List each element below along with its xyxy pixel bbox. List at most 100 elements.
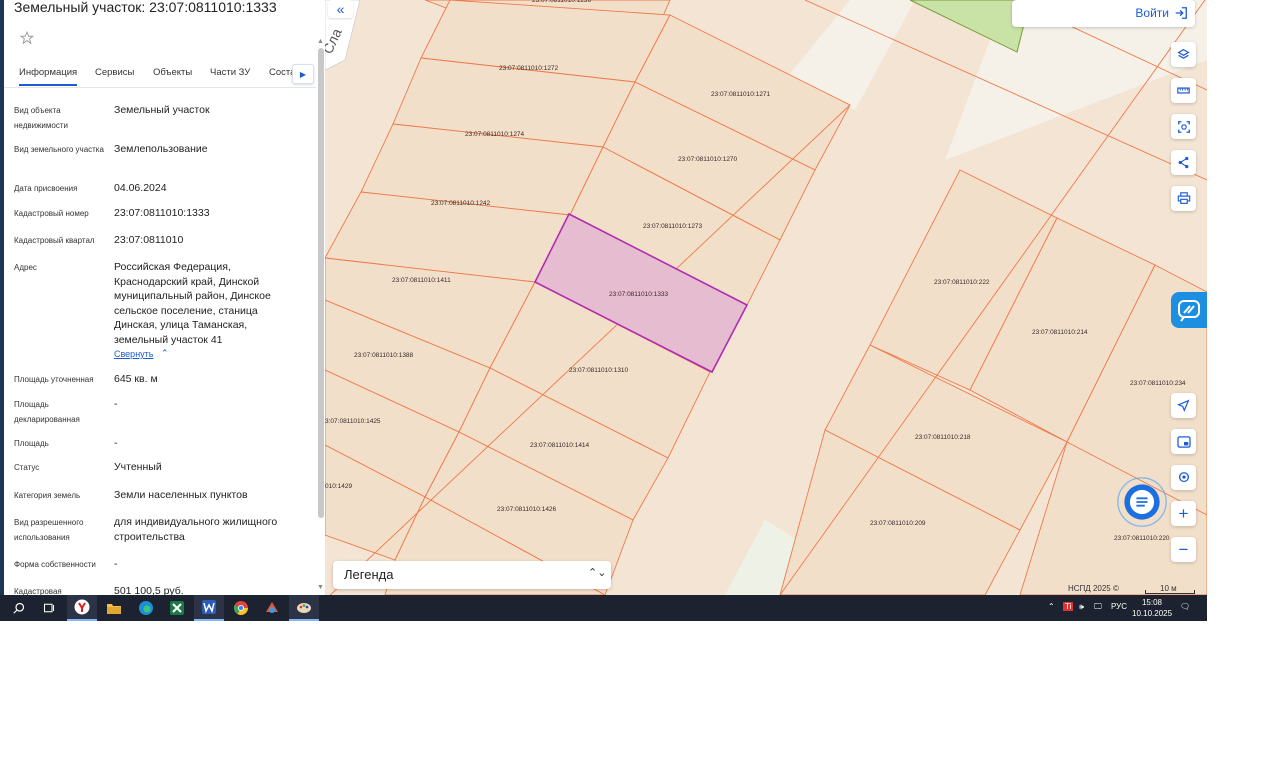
area-select-button[interactable] [1171,114,1196,139]
cadastral-number-value: 23:07:0811010:1333 [114,207,210,219]
field-label: Площадь уточненная [14,375,94,384]
layers-button[interactable] [1171,42,1196,67]
minimap-button[interactable] [1171,429,1196,454]
parcel-label: 23:07:0811010:222 [934,279,990,286]
scale-bar [1145,590,1195,594]
field-label: Форма собственности [14,560,96,569]
parcel-label: 23:07:0811010:1273 [643,223,703,230]
login-button[interactable]: Войти [1012,0,1195,27]
tab-parts[interactable]: Части ЗУ [210,67,250,78]
volume-icon[interactable]: 🕪 [1079,602,1084,612]
share-icon [1178,156,1189,169]
field-value: - [114,437,118,449]
network-icon[interactable]: 🖵 [1094,602,1102,612]
locate-button[interactable] [1171,393,1196,418]
chevron-updown-icon: ⌃⌄ [588,567,607,579]
collapse-link[interactable]: Свернуть [114,349,153,359]
plus-icon: + [1178,504,1189,523]
map-attribution: НСПД 2025 © [1068,584,1119,593]
word-taskbar[interactable] [194,595,224,621]
geolocation-button[interactable] [1171,465,1196,490]
field-value: 501 100,5 руб. [114,585,184,595]
edge-taskbar[interactable] [131,595,161,621]
field-label: Кадастровый номер [14,209,89,218]
collapse-panel-button[interactable]: « [328,0,353,18]
layers-icon [1177,48,1190,59]
field-value: Землепользование [114,143,208,155]
excel-taskbar[interactable] [162,595,192,621]
parcel-label: 23:07:0811010:1270 [678,156,738,163]
address-value: Российская Федерация, Краснодарский край… [114,261,271,346]
cadastral-map[interactable]: Сла 23:07:0811010:1236 23:07:0811010:127… [325,0,1207,595]
clock-time: 15:08 [1141,598,1163,607]
app-icon [266,602,278,613]
field-value: - [114,398,118,410]
yandex-browser-taskbar[interactable] [67,595,97,621]
scrollbar[interactable] [318,48,324,518]
tray-app-icon[interactable]: Ti [1063,602,1074,611]
chevron-up-icon[interactable]: ⌃ [1048,602,1055,611]
status-value: Учтенный [114,461,162,473]
screen: Сла 23:07:0811010:1236 23:07:0811010:127… [0,0,1207,621]
folder-icon [107,603,121,614]
field-value: 23:07:0811010 [114,234,184,246]
tab-services[interactable]: Сервисы [95,67,134,78]
scroll-up-icon[interactable]: ▲ [317,38,324,45]
field-label: Вид разрешенного использования [14,518,84,542]
field-value: 04.06.2024 [114,182,167,194]
clock[interactable]: 15:08 10.10.2025 [1132,597,1172,619]
zoom-in-button[interactable]: + [1171,501,1196,526]
field-label: Категория земель [14,491,81,500]
legend-label: Легенда [344,567,394,582]
chat-button[interactable] [1116,476,1168,528]
scroll-down-icon[interactable]: ▼ [317,584,324,591]
tab-objects[interactable]: Объекты [153,67,192,78]
parcel-label: 23:07:0811010:234 [1130,380,1186,387]
parcel-label: 23:07:0811010:214 [1032,329,1088,336]
login-label: Войти [1135,6,1169,20]
taskbar: ⌃ Ti 🕪 🖵 РУС 15:08 10.10.2025 🗨 [0,595,1207,621]
print-button[interactable] [1171,186,1196,211]
tab-information[interactable]: Информация [19,67,78,86]
field-label: Вид объекта недвижимости [14,106,68,130]
app-taskbar[interactable] [257,595,287,621]
task-view-icon [43,603,55,613]
double-chevron-left-icon: « [336,1,345,17]
tabs-next-button[interactable]: ▶ [292,64,314,84]
excel-icon [170,601,184,615]
parcel-label: 23:07:0811010:209 [870,520,926,527]
parcel-label: 23:07:0811010:1411 [392,277,451,284]
file-explorer-taskbar[interactable] [99,595,129,621]
zoom-out-button[interactable]: − [1171,537,1196,562]
search-button[interactable] [4,595,34,621]
parcel-label: 010:1429 [325,483,352,490]
parcel-label: 23:07:0811010:220 [1114,535,1170,542]
chevron-up-icon[interactable]: ⌃ [161,348,169,359]
field-label: Вид земельного участка [14,145,104,154]
parcel-label: 23:07:0811010:1272 [499,65,559,72]
parcel-label: 23:07:0811010:218 [915,434,971,441]
parcel-label: 23:07:0811010:1271 [711,91,771,98]
paint-icon [297,603,311,613]
edge-icon [139,601,153,615]
notifications-icon[interactable]: 🗨 [1180,602,1190,611]
ruler-icon [1177,87,1190,94]
language-indicator[interactable]: РУС [1111,602,1127,611]
chrome-taskbar[interactable] [226,595,256,621]
ruler-button[interactable] [1171,78,1196,103]
parcel-label: 23:07:0811010:1274 [465,131,525,138]
parcel-label: 23:07:0811010:1388 [354,352,414,359]
parcel-label: 23:07:0811010:1310 [569,367,629,374]
field-value: для индивидуального жилищного строительс… [114,516,278,543]
paint-taskbar[interactable] [289,595,319,621]
parcel-label: 23:07:0811010:1426 [497,506,557,513]
chevron-right-icon: ▶ [299,69,307,79]
task-view-button[interactable] [34,595,64,621]
legend-dropdown[interactable]: Легенда ⌃⌄ [333,561,611,589]
star-icon[interactable] [20,31,34,45]
parcel-label: 23:07:0811010:1414 [530,442,590,449]
tab-bar: Информация Сервисы Объекты Части ЗУ Сост… [4,60,316,88]
print-icon [1177,192,1190,204]
share-button[interactable] [1171,150,1196,175]
assistant-button[interactable] [1171,292,1207,328]
